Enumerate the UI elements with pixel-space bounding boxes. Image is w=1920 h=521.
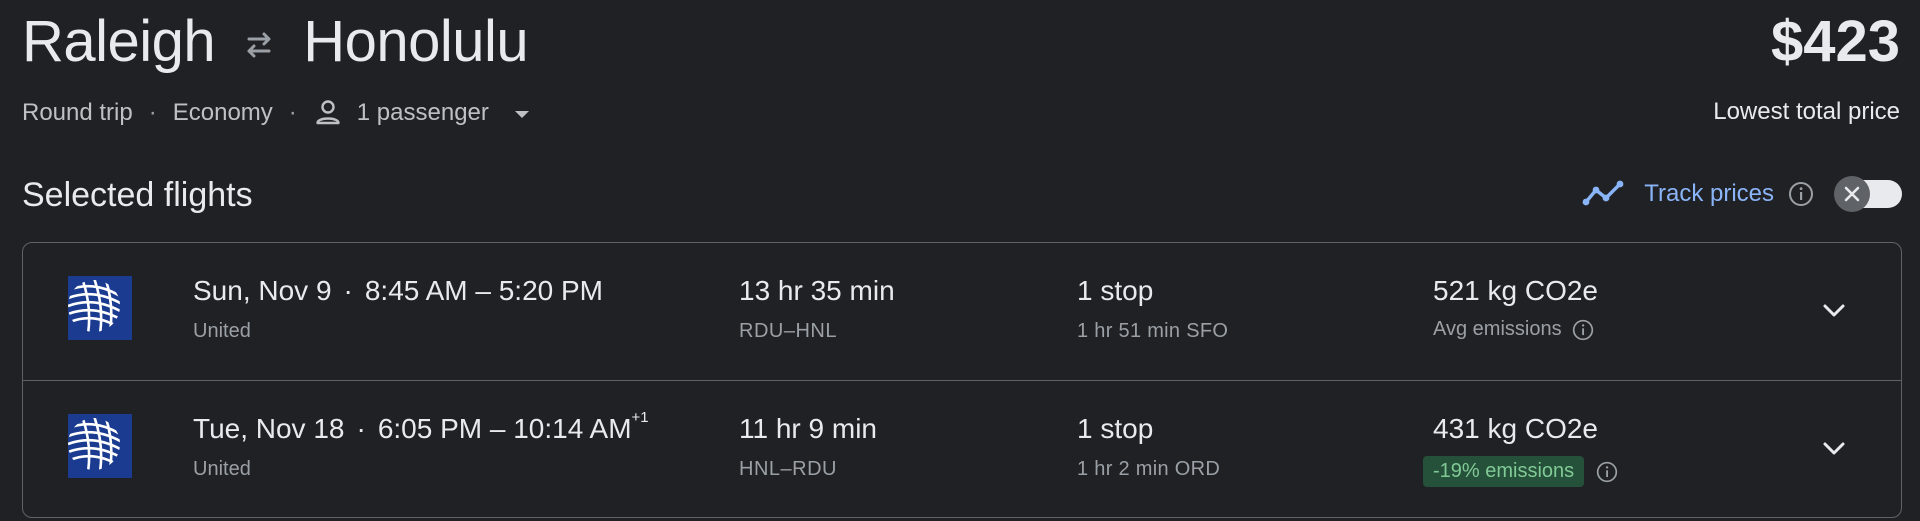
track-prices-control: Track prices bbox=[1582, 176, 1902, 212]
emissions-label: Avg emissions bbox=[1433, 318, 1562, 340]
separator-dot: · bbox=[288, 99, 297, 126]
departure-arrival-time: 6:05 PM – 10:14 AM bbox=[377, 413, 632, 444]
flight-duration: 13 hr 35 min bbox=[739, 275, 895, 306]
chevron-down-icon[interactable] bbox=[1819, 433, 1849, 463]
section-title: Selected flights bbox=[22, 176, 253, 214]
emissions-badge: -19% emissions bbox=[1423, 456, 1585, 487]
total-price: $423 bbox=[1770, 9, 1900, 74]
selected-flights-list: Sun, Nov 9 · 8:45 AM – 5:20 PM United 13 h… bbox=[22, 242, 1902, 518]
layover-info: 1 hr 51 min SFO bbox=[1077, 320, 1229, 342]
trend-line-icon bbox=[1582, 178, 1626, 210]
chevron-down-icon[interactable] bbox=[1819, 295, 1849, 325]
flight-row-outbound[interactable]: Sun, Nov 9 · 8:45 AM – 5:20 PM United 13 h… bbox=[23, 243, 1901, 380]
co2-amount: 521 kg CO2e bbox=[1433, 275, 1598, 306]
layover-info: 1 hr 2 min ORD bbox=[1077, 458, 1221, 480]
price-caption: Lowest total price bbox=[1713, 98, 1900, 125]
flight-duration: 11 hr 9 min bbox=[739, 413, 877, 444]
stop-count: 1 stop bbox=[1077, 275, 1154, 306]
airline-name: United bbox=[193, 320, 251, 342]
separator-dot: · bbox=[148, 99, 157, 126]
origin-city: Raleigh bbox=[22, 9, 216, 74]
flight-route: RDU–HNL bbox=[739, 320, 837, 342]
airline-name: United bbox=[193, 458, 251, 480]
close-icon bbox=[1834, 176, 1870, 212]
track-prices-label[interactable]: Track prices bbox=[1644, 180, 1774, 208]
destination-city: Honolulu bbox=[303, 9, 529, 74]
title-row: Raleigh Honolulu bbox=[22, 8, 529, 75]
flight-times: Sun, Nov 9 · 8:45 AM – 5:20 PM bbox=[193, 275, 603, 306]
cabin-class[interactable]: Economy bbox=[173, 99, 273, 127]
flight-date: Sun, Nov 9 bbox=[193, 275, 332, 306]
co2-amount: 431 kg CO2e bbox=[1433, 413, 1598, 444]
trip-options: Round trip · Economy · 1 passenger bbox=[22, 98, 529, 128]
passenger-count[interactable]: 1 passenger bbox=[357, 99, 489, 127]
departure-arrival-time: 8:45 AM – 5:20 PM bbox=[364, 275, 603, 306]
person-icon bbox=[313, 98, 343, 128]
flight-times: Tue, Nov 18 · 6:05 PM – 10:14 AM+1 bbox=[193, 409, 649, 444]
caret-down-icon[interactable] bbox=[514, 110, 529, 118]
swap-arrows-icon bbox=[237, 23, 281, 67]
flight-date: Tue, Nov 18 bbox=[193, 413, 345, 444]
united-logo bbox=[68, 414, 132, 478]
united-logo bbox=[68, 276, 132, 340]
plus-days: +1 bbox=[631, 409, 649, 426]
trip-type[interactable]: Round trip bbox=[22, 99, 133, 127]
track-prices-toggle[interactable] bbox=[1834, 176, 1902, 212]
emissions-info: Avg emissions bbox=[1433, 318, 1594, 341]
info-icon[interactable] bbox=[1596, 461, 1618, 483]
info-icon[interactable] bbox=[1788, 181, 1814, 207]
info-icon[interactable] bbox=[1572, 319, 1594, 341]
stop-count: 1 stop bbox=[1077, 413, 1154, 444]
emissions-info: -19% emissions bbox=[1423, 456, 1618, 487]
flight-row-return[interactable]: Tue, Nov 18 · 6:05 PM – 10:14 AM+1 United … bbox=[23, 380, 1901, 517]
flight-route: HNL–RDU bbox=[739, 458, 837, 480]
